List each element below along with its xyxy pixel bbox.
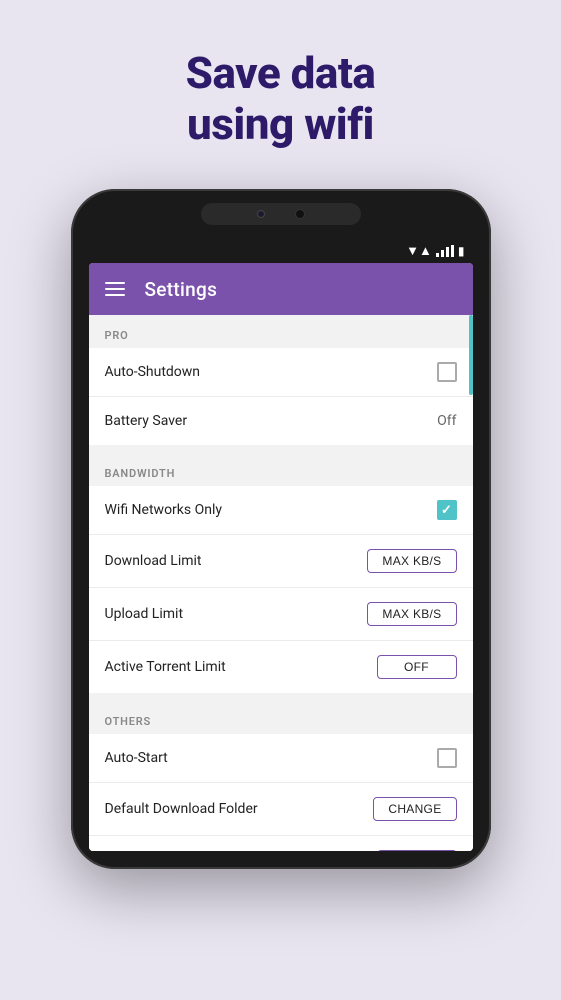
section-body-bandwidth: Wifi Networks Only Download Limit MAX KB… (89, 486, 473, 693)
hamburger-line-1 (105, 282, 125, 284)
section-header-others: OTHERS (89, 701, 473, 734)
row-label-auto-start: Auto-Start (105, 750, 168, 766)
row-download-limit: Download Limit MAX KB/S (89, 535, 473, 588)
phone-shell: ▼▲ ▮ Settings (71, 189, 491, 869)
row-label-download-folder: Default Download Folder (105, 801, 258, 817)
checkbox-auto-start[interactable] (437, 748, 457, 768)
hamburger-button[interactable] (105, 282, 125, 296)
button-download-limit[interactable]: MAX KB/S (367, 549, 456, 573)
hamburger-line-3 (105, 294, 125, 296)
camera-dot (257, 210, 265, 218)
row-label-upload-limit: Upload Limit (105, 606, 184, 622)
wifi-icon: ▼▲ (406, 243, 432, 259)
row-auto-start: Auto-Start (89, 734, 473, 783)
scroll-indicator[interactable] (469, 315, 473, 395)
row-label-wifi-only: Wifi Networks Only (105, 502, 222, 518)
button-incoming-port[interactable]: 0 (377, 850, 457, 851)
row-incoming-port: Incoming Port 0 (89, 836, 473, 851)
signal-icon (436, 245, 454, 257)
hero-line1: Save data (186, 47, 376, 99)
status-bar: ▼▲ ▮ (89, 239, 473, 263)
signal-bar-4 (451, 245, 454, 257)
section-body-pro: Auto-Shutdown Battery Saver Off (89, 348, 473, 445)
row-label-download-limit: Download Limit (105, 553, 202, 569)
camera-lens (295, 209, 305, 219)
battery-icon: ▮ (458, 244, 465, 258)
phone-screen: Settings PRO Auto-Shutdown Battery Saver… (89, 263, 473, 851)
hero-line2: using wifi (187, 98, 374, 150)
app-bar: Settings (89, 263, 473, 315)
signal-bar-3 (446, 247, 449, 257)
divider-2 (89, 693, 473, 701)
hamburger-line-2 (105, 288, 125, 290)
phone-mockup: ▼▲ ▮ Settings (71, 189, 491, 869)
status-icons: ▼▲ ▮ (406, 243, 464, 259)
row-download-folder: Default Download Folder CHANGE (89, 783, 473, 836)
row-battery-saver: Battery Saver Off (89, 397, 473, 445)
button-download-folder[interactable]: CHANGE (373, 797, 456, 821)
section-header-pro: PRO (89, 315, 473, 348)
row-active-torrent: Active Torrent Limit OFF (89, 641, 473, 693)
section-header-bandwidth: BANDWIDTH (89, 453, 473, 486)
row-label-active-torrent: Active Torrent Limit (105, 659, 226, 675)
hero-text: Save data using wifi (186, 48, 376, 149)
signal-bar-2 (441, 250, 444, 257)
section-body-others: Auto-Start Default Download Folder CHANG… (89, 734, 473, 851)
divider-1 (89, 445, 473, 453)
checkbox-wifi-only[interactable] (437, 500, 457, 520)
checkbox-auto-shutdown[interactable] (437, 362, 457, 382)
row-auto-shutdown: Auto-Shutdown (89, 348, 473, 397)
button-upload-limit[interactable]: MAX KB/S (367, 602, 456, 626)
row-upload-limit: Upload Limit MAX KB/S (89, 588, 473, 641)
row-label-battery-saver: Battery Saver (105, 413, 188, 429)
row-value-battery-saver: Off (437, 413, 456, 429)
app-bar-title: Settings (145, 278, 218, 301)
button-active-torrent[interactable]: OFF (377, 655, 457, 679)
row-wifi-only: Wifi Networks Only (89, 486, 473, 535)
hero-section: Save data using wifi (186, 0, 376, 149)
settings-content: PRO Auto-Shutdown Battery Saver Off BAND… (89, 315, 473, 851)
phone-top-bar (201, 203, 361, 225)
row-label-auto-shutdown: Auto-Shutdown (105, 364, 201, 380)
signal-bar-1 (436, 253, 439, 257)
